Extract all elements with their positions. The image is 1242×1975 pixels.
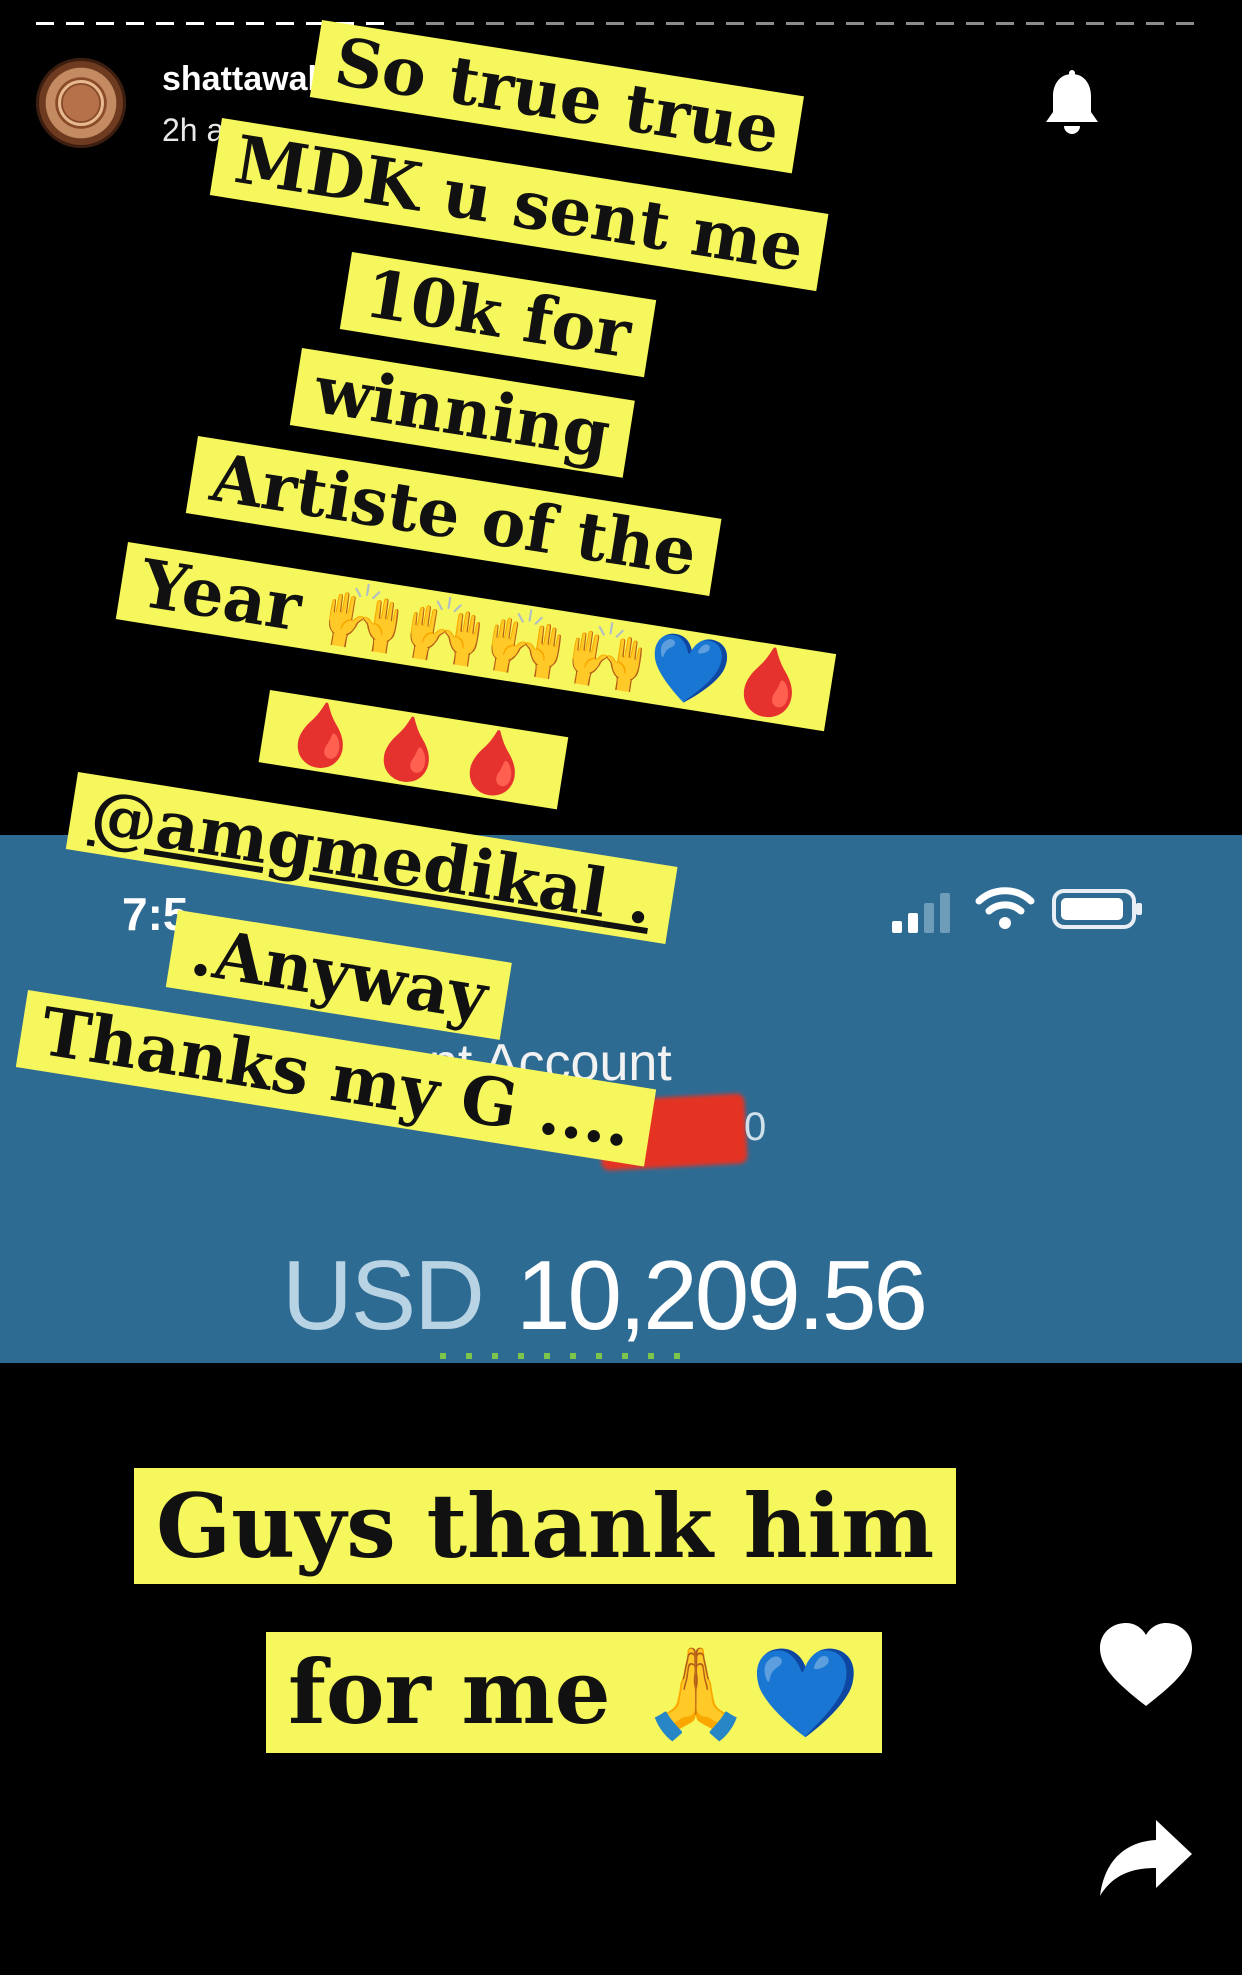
blood-drops-sticker: 🩸🩸🩸	[258, 690, 568, 810]
heart-icon[interactable]	[1098, 1622, 1194, 1708]
available-balance-dots	[440, 1353, 700, 1359]
blue-heart-emoji: 💙	[642, 625, 736, 715]
balance-amount: 10,209.56	[516, 1240, 928, 1350]
blood-drop-emoji: 🩸🩸🩸	[278, 693, 549, 807]
folded-hands-emoji: 🙏	[641, 1641, 751, 1744]
battery-icon	[1052, 889, 1142, 929]
caption-text: for me	[288, 1640, 611, 1744]
caption-sticker: 10k for	[339, 252, 656, 378]
bottom-caption-line1: Guys thank him	[134, 1468, 957, 1584]
cellular-signal-icon	[892, 893, 950, 933]
raising-hands-emoji: 🙌🙌🙌🙌	[317, 573, 655, 702]
blue-heart-emoji: 💙	[750, 1641, 861, 1744]
story-progress-bar	[36, 22, 1206, 26]
blood-drop-emoji: 🩸	[723, 638, 817, 728]
share-arrow-icon[interactable]	[1098, 1818, 1194, 1898]
balance-currency: USD	[282, 1240, 485, 1350]
caption-sticker-year: Year 🙌🙌🙌🙌💙🩸	[115, 542, 837, 732]
account-number-tail: 0	[744, 1105, 767, 1149]
wifi-icon	[975, 887, 1035, 929]
bottom-caption-line2: for me 🙏💙	[266, 1632, 883, 1753]
caption-text: Year	[135, 544, 307, 647]
bell-icon[interactable]	[1042, 70, 1102, 136]
avatar[interactable]	[36, 58, 126, 148]
